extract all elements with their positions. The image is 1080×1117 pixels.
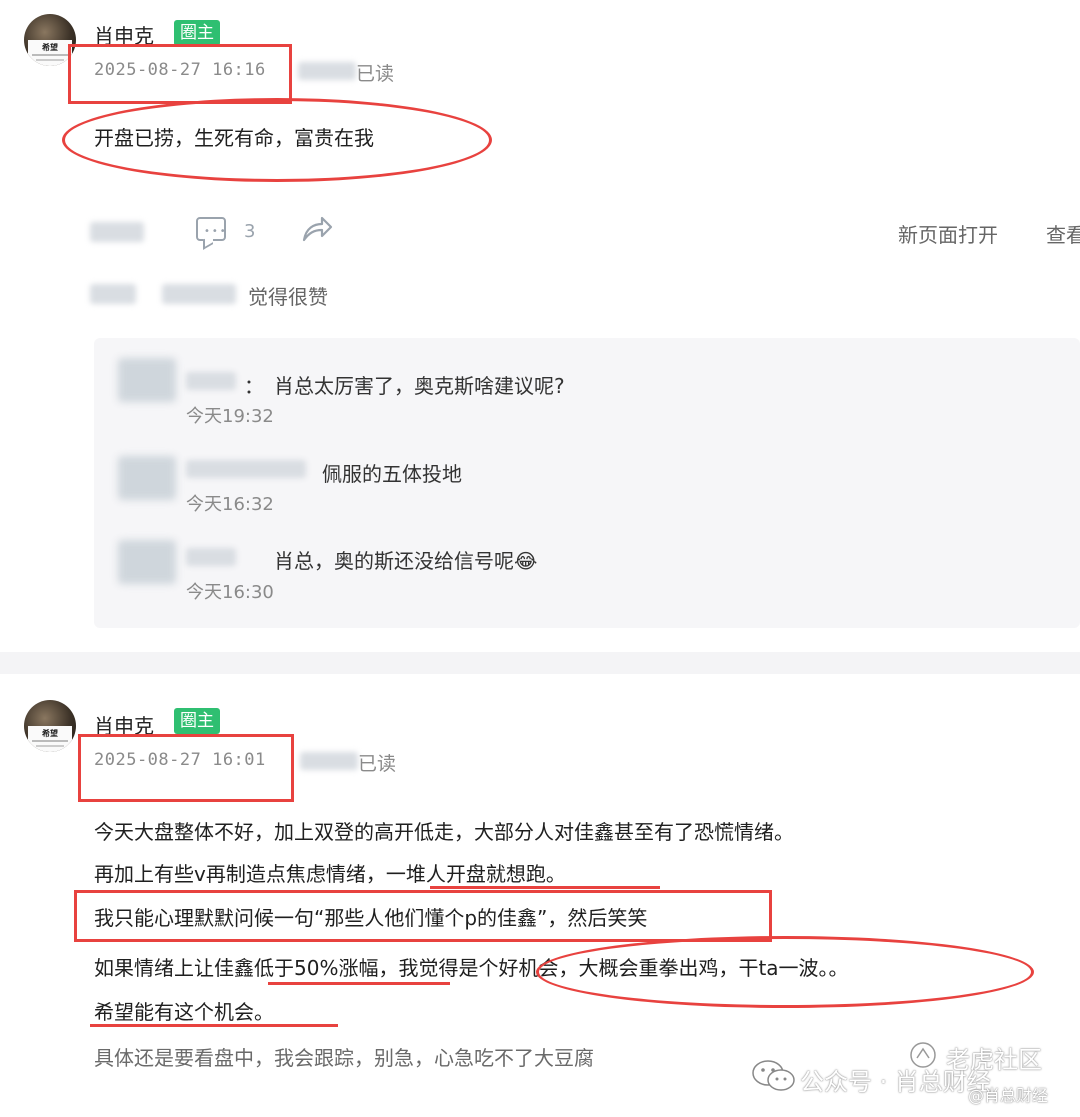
post-line: 今天大盘整体不好，加上双登的高开低走，大部分人对佳鑫甚至有了恐慌情绪。 — [94, 820, 794, 844]
blurred-reader — [300, 752, 358, 770]
community-label: 老虎社区 — [946, 1046, 1042, 1074]
reply-avatar[interactable] — [118, 456, 176, 500]
reply-time: 今天16:32 — [186, 494, 274, 515]
source-label: @肖总财经 — [968, 1086, 1049, 1105]
reply-text: 佩服的五体投地 — [322, 462, 462, 486]
reply-time: 今天16:30 — [186, 582, 274, 603]
post-line: 具体还是要看盘中，我会跟踪，别急，心急吃不了大豆腐 — [94, 1046, 594, 1070]
annotation-box — [74, 890, 772, 942]
reply-author[interactable] — [186, 372, 236, 390]
reply-text: 肖总，奥的斯还没给信号呢😂 — [274, 549, 538, 573]
view-link[interactable]: 查看 — [1046, 219, 1080, 248]
reply-author[interactable] — [186, 548, 236, 566]
annotation-underline — [90, 1024, 338, 1027]
annotation-ellipse — [62, 98, 492, 182]
annotation-underline — [430, 886, 660, 889]
blurred-liker — [90, 284, 136, 304]
post-divider — [0, 652, 1080, 674]
read-status: 已读 — [356, 63, 395, 85]
read-status: 已读 — [358, 753, 397, 775]
annotation-box — [78, 734, 294, 802]
post-line: 再加上有些v再制造点焦虑情绪，一堆人开盘就想跑。 — [94, 862, 566, 886]
reply-avatar[interactable] — [118, 358, 176, 402]
blurred-liker — [162, 284, 236, 304]
likes-text: 觉得很赞 — [248, 285, 328, 309]
reply-avatar[interactable] — [118, 540, 176, 584]
avatar-text: 希望 — [42, 729, 58, 738]
reply-prefix: ： — [244, 374, 264, 398]
wechat-icon — [752, 1058, 796, 1098]
post-line: 希望能有这个机会。 — [94, 1000, 274, 1024]
share-icon[interactable] — [300, 214, 334, 248]
reply-text: 肖总太厉害了，奥克斯啥建议呢? — [274, 374, 565, 398]
open-new-page-link[interactable]: 新页面打开 — [898, 219, 998, 248]
reply-list: ： 肖总太厉害了，奥克斯啥建议呢? 今天19:32 佩服的五体投地 今天16:3… — [94, 338, 1080, 628]
comment-count: 3 — [244, 221, 256, 242]
post-card: 希望 肖申克 圈主 2025-08-27 16:16 已读 开盘已捞，生死有命，… — [0, 0, 1080, 652]
blurred-like[interactable] — [90, 222, 144, 242]
annotation-box — [68, 44, 292, 104]
reply-time: 今天19:32 — [186, 406, 274, 427]
owner-badge: 圈主 — [174, 708, 220, 734]
comment-dots: ••• — [204, 226, 228, 237]
reply-author[interactable] — [186, 460, 306, 478]
blurred-reader — [298, 62, 356, 80]
avatar[interactable]: 希望 — [24, 700, 76, 752]
annotation-underline — [268, 982, 450, 985]
tiger-icon — [908, 1040, 938, 1074]
owner-badge: 圈主 — [174, 20, 220, 46]
annotation-ellipse — [536, 936, 1034, 1008]
